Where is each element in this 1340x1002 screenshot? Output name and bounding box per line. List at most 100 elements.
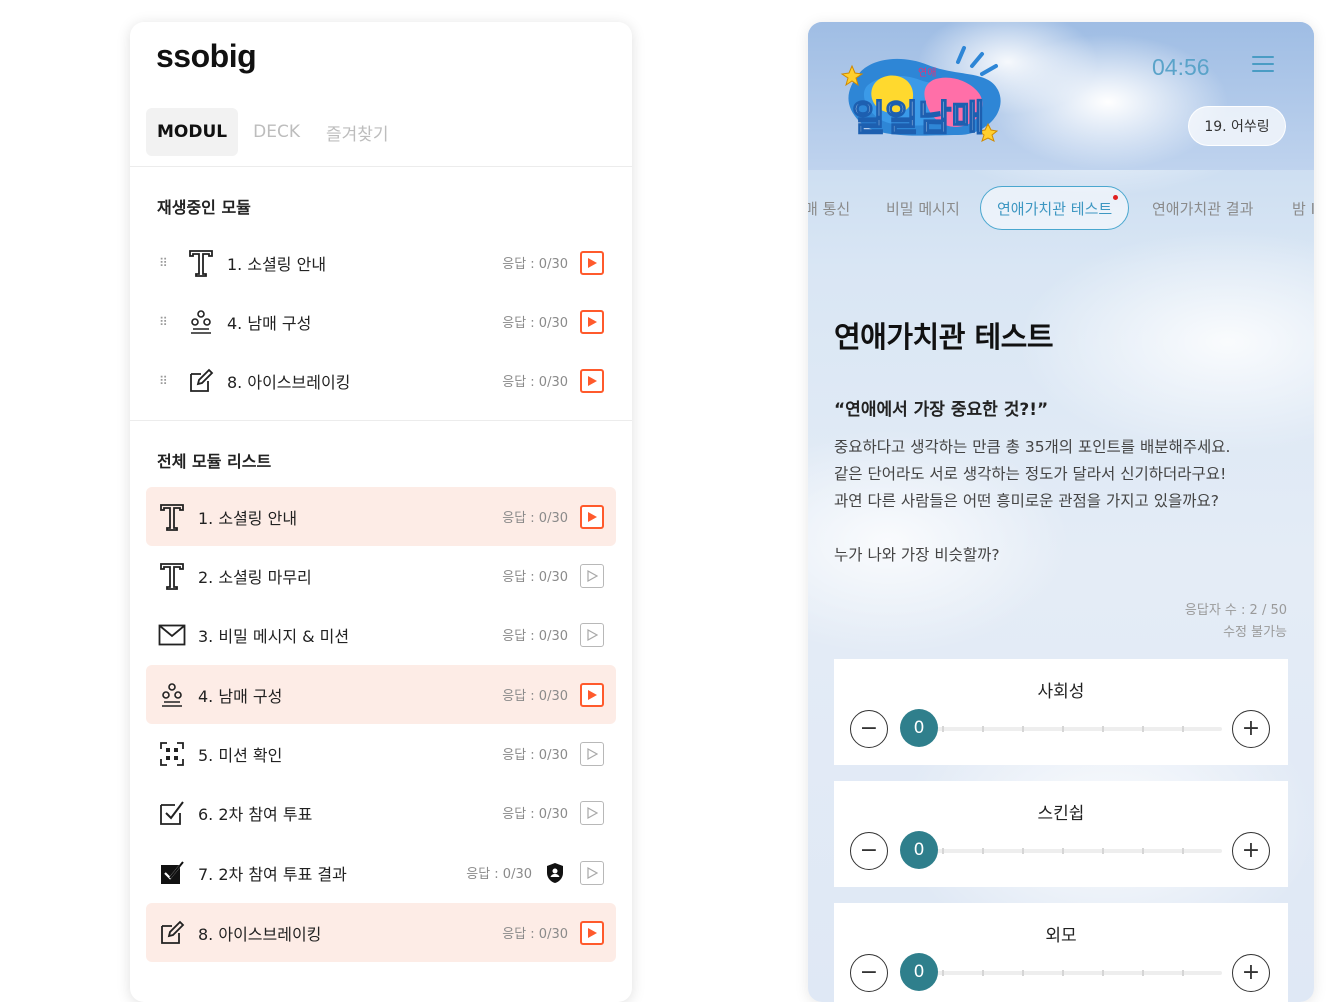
module-title: 7. 2차 참여 투표 결과: [198, 864, 347, 884]
response-count: 응답 : 0/30: [502, 748, 568, 763]
minus-button[interactable]: −: [850, 832, 888, 870]
plus-button[interactable]: +: [1232, 954, 1270, 992]
plus-button[interactable]: +: [1232, 710, 1270, 748]
checkbox-icon: [158, 799, 186, 827]
description-line: 중요하다고 생각하는 만큼 총 35개의 포인트를 배분해주세요.: [834, 438, 1231, 456]
description-line: 같은 단어라도 서로 생각하는 정도가 달라서 신기하더라구요!: [834, 465, 1227, 483]
play-button[interactable]: [580, 920, 604, 945]
text-icon: [187, 249, 215, 277]
module-title: 2. 소셜링 마무리: [198, 567, 312, 587]
qr-icon: [158, 740, 186, 768]
slider-card: 사회성 − 0 +: [834, 659, 1288, 765]
response-count: 응답 : 0/30: [502, 807, 568, 822]
question-text: 누가 나와 가장 비슷할까?: [834, 546, 1000, 564]
module-list-item[interactable]: 4. 남매 구성 응답 : 0/30: [146, 665, 616, 724]
slider-knob[interactable]: 0: [900, 709, 938, 747]
user-chip[interactable]: 19. 어쑤링: [1188, 106, 1286, 146]
playing-item[interactable]: ⠿ 4. 남매 구성 응답 : 0/30: [146, 292, 616, 351]
tab-item[interactable]: 밤 I: [1292, 186, 1314, 230]
tab-modul[interactable]: MODUL: [146, 108, 239, 156]
module-title: 6. 2차 참여 투표: [198, 804, 313, 824]
tab-deck[interactable]: DECK: [242, 108, 311, 156]
slider-track[interactable]: [902, 726, 1222, 732]
section-title-playing: 재생중인 모듈: [157, 198, 251, 217]
drag-handle-icon[interactable]: ⠿: [159, 257, 169, 269]
response-count: 응답 : 0/30: [502, 375, 568, 390]
notification-dot: [1113, 195, 1119, 200]
slider-label: 사회성: [1037, 682, 1085, 702]
play-button[interactable]: [580, 309, 604, 334]
group-icon: [187, 308, 215, 336]
response-count: 응답 : 0/30: [502, 927, 568, 942]
module-title: 1. 소셜링 안내: [198, 508, 298, 528]
edit-icon: [187, 367, 215, 395]
module-title: 4. 남매 구성: [198, 686, 283, 706]
tab-item[interactable]: 매 통신: [808, 186, 850, 230]
divider: [130, 420, 632, 421]
module-title: 5. 미션 확인: [198, 745, 283, 765]
playing-item[interactable]: ⠿ 1. 소셜링 안내 응답 : 0/30: [146, 233, 616, 292]
slider-label: 외모: [1045, 926, 1077, 946]
slider-knob[interactable]: 0: [900, 831, 938, 869]
module-list-item[interactable]: 8. 아이스브레이킹 응답 : 0/30: [146, 903, 616, 962]
minus-button[interactable]: −: [850, 954, 888, 992]
tab-item-active[interactable]: 연애가치관 테스트: [980, 186, 1130, 230]
tab-label: 연애가치관 테스트: [997, 199, 1113, 218]
slider-knob[interactable]: 0: [900, 953, 938, 991]
drag-handle-icon[interactable]: ⠿: [159, 375, 169, 387]
play-button[interactable]: [580, 563, 604, 588]
module-list-item[interactable]: 6. 2차 참여 투표 응답 : 0/30: [146, 783, 616, 842]
drag-handle-icon[interactable]: ⠿: [159, 316, 169, 328]
play-button[interactable]: [580, 250, 604, 275]
module-panel: ssobig MODUL DECK 즐겨찾기 재생중인 모듈 ⠿ 1. 소셜링 …: [130, 22, 632, 1002]
response-count: 응답 : 0/30: [502, 316, 568, 331]
content-tabs: 매 통신 비밀 메시지 연애가치관 테스트 연애가치관 결과 밤 I: [808, 186, 1314, 230]
module-list-item[interactable]: 1. 소셜링 안내 응답 : 0/30: [146, 487, 616, 546]
page-title: 연애가치관 테스트: [834, 320, 1054, 354]
playing-item[interactable]: ⠿ 8. 아이스브레이킹 응답 : 0/30: [146, 351, 616, 410]
slider-card: 스킨쉽 − 0 +: [834, 781, 1288, 887]
edit-icon: [158, 919, 186, 947]
module-title: 3. 비밀 메시지 & 미션: [198, 626, 350, 646]
play-button[interactable]: [580, 504, 604, 529]
play-button[interactable]: [580, 682, 604, 707]
play-button[interactable]: [580, 800, 604, 825]
hamburger-menu-icon[interactable]: [1252, 56, 1274, 76]
respondent-count: 응답자 수 : 2 / 50: [1184, 603, 1287, 618]
countdown-timer: 04:56: [1152, 54, 1210, 80]
tab-item[interactable]: 연애가치관 결과: [1152, 186, 1253, 230]
response-count: 응답 : 0/30: [466, 867, 532, 882]
play-button[interactable]: [580, 622, 604, 647]
module-title: 8. 아이스브레이킹: [227, 372, 351, 392]
module-list-item[interactable]: 2. 소셜링 마무리 응답 : 0/30: [146, 546, 616, 605]
module-title: 1. 소셜링 안내: [227, 254, 327, 274]
text-icon: [158, 562, 186, 590]
tab-item[interactable]: 비밀 메시지: [886, 186, 960, 230]
minus-button[interactable]: −: [850, 710, 888, 748]
plus-button[interactable]: +: [1232, 832, 1270, 870]
module-list-item[interactable]: 5. 미션 확인 응답 : 0/30: [146, 724, 616, 783]
play-button[interactable]: [580, 368, 604, 393]
response-stats: 응답자 수 : 2 / 50 수정 불가능: [1185, 600, 1287, 644]
description-line: 과연 다른 사람들은 어떤 흥미로운 관점을 가지고 있을까요?: [834, 492, 1219, 510]
logo-text: 일일남매: [852, 98, 984, 139]
slider-track[interactable]: [902, 848, 1222, 854]
quote-heading: “연애에서 가장 중요한 것?!”: [834, 400, 1049, 420]
module-list-item[interactable]: 7. 2차 참여 투표 결과 응답 : 0/30: [146, 843, 616, 902]
tab-favorites[interactable]: 즐겨찾기: [315, 108, 400, 156]
group-icon: [158, 681, 186, 709]
response-count: 응답 : 0/30: [502, 570, 568, 585]
section-title-all: 전체 모듈 리스트: [157, 452, 272, 471]
slider-track[interactable]: [902, 970, 1222, 976]
module-title: 4. 남매 구성: [227, 313, 312, 333]
checkbox-filled-icon: [158, 859, 186, 887]
response-count: 응답 : 0/30: [502, 257, 568, 272]
logo-small-text: 연애: [918, 67, 936, 79]
module-tabs: MODUL DECK 즐겨찾기: [146, 108, 400, 156]
response-count: 응답 : 0/30: [502, 689, 568, 704]
play-button[interactable]: [580, 860, 604, 885]
brand-logo: ssobig: [156, 38, 257, 74]
play-button[interactable]: [580, 741, 604, 766]
module-title: 8. 아이스브레이킹: [198, 924, 322, 944]
module-list-item[interactable]: 3. 비밀 메시지 & 미션 응답 : 0/30: [146, 605, 616, 664]
